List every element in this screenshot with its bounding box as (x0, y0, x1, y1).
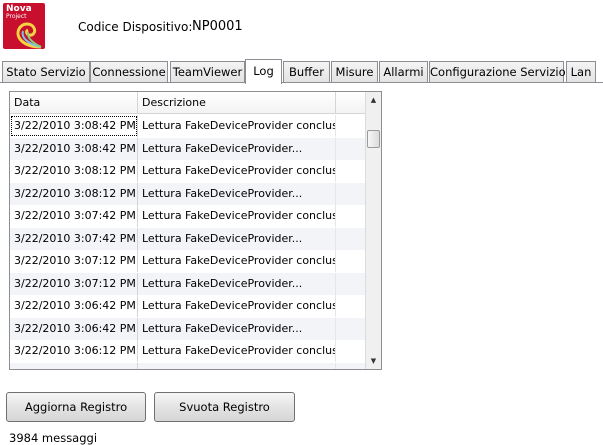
nova-shell-logo-icon (16, 22, 42, 49)
table-row[interactable]: 3/22/2010 3:06:12 PMLettura FakeDevicePr… (10, 362, 366, 369)
column-header-data[interactable]: Data (10, 92, 138, 114)
row-date: 3/22/2010 3:08:42 PM (10, 137, 138, 160)
row-date: 3/22/2010 3:06:42 PM (10, 295, 138, 317)
row-date: 3/22/2010 3:06:12 PM (10, 340, 138, 362)
tab-strip: Stato Servizio Connessione TeamViewer Lo… (0, 59, 603, 84)
row-date: 3/22/2010 3:08:42 PM (10, 115, 138, 137)
row-description: Lettura FakeDeviceProvider conclusa (138, 205, 336, 227)
row-description: Lettura FakeDeviceProvider conclusa (138, 340, 336, 362)
message-count: 3984 messaggi (9, 431, 98, 445)
table-row[interactable]: 3/22/2010 3:07:42 PM Lettura FakeDevicePr… (10, 205, 366, 227)
scrollbar-thumb[interactable] (367, 130, 380, 148)
table-row[interactable]: 3/22/2010 3:08:12 PM Lettura FakeDevicePr… (10, 182, 366, 205)
row-description: Lettura FakeDeviceProvider... (138, 362, 336, 369)
tab-lan[interactable]: Lan (566, 61, 596, 83)
row-date: 3/22/2010 3:06:42 PM (10, 317, 138, 340)
row-date: 3/22/2010 3:07:12 PM (10, 272, 138, 295)
scroll-down-arrow-icon[interactable]: ▼ (366, 353, 381, 369)
log-grid[interactable]: Data Descrizione 3/22/2010 3:08:42 PM Let… (9, 91, 382, 370)
table-row[interactable]: 3/22/2010 3:08:42 PM Lettura FakeDevicePr… (10, 115, 366, 137)
tab-configurazione-servizio[interactable]: Configurazione Servizio (429, 61, 566, 83)
grid-rows: 3/22/2010 3:08:42 PM Lettura FakeDevicePr… (10, 115, 366, 369)
table-row[interactable]: 3/22/2010 3:06:12 PMLettura FakeDevicePr… (10, 340, 366, 362)
table-row[interactable]: 3/22/2010 3:06:42 PM Lettura FakeDevicePr… (10, 317, 366, 340)
table-row[interactable]: 3/22/2010 3:08:12 PM Lettura FakeDevicePr… (10, 160, 366, 182)
row-description: Lettura FakeDeviceProvider... (138, 272, 336, 295)
row-description: Lettura FakeDeviceProvider... (138, 317, 336, 340)
row-date: 3/22/2010 3:07:42 PM (10, 227, 138, 250)
device-code-value: NP0001 (192, 19, 243, 34)
table-row[interactable]: 3/22/2010 3:07:42 PM Lettura FakeDevicePr… (10, 227, 366, 250)
tab-log[interactable]: Log (245, 59, 282, 84)
refresh-log-button[interactable]: Aggiorna Registro (6, 392, 146, 422)
table-row[interactable]: 3/22/2010 3:07:12 PM Lettura FakeDevicePr… (10, 272, 366, 295)
tab-teamviewer[interactable]: TeamViewer (170, 61, 245, 83)
table-row[interactable]: 3/22/2010 3:08:42 PM Lettura FakeDevicePr… (10, 137, 366, 160)
column-header-descrizione[interactable]: Descrizione (138, 92, 336, 114)
table-row[interactable]: 3/22/2010 3:07:12 PM Lettura FakeDevicePr… (10, 250, 366, 272)
tab-stato-servizio[interactable]: Stato Servizio (2, 61, 90, 83)
row-description: Lettura FakeDeviceProvider... (138, 137, 336, 160)
row-description: Lettura FakeDeviceProvider conclusa (138, 115, 336, 137)
row-description: Lettura FakeDeviceProvider conclusa (138, 295, 336, 317)
vertical-scrollbar[interactable]: ▲ ▼ (365, 92, 381, 369)
row-description: Lettura FakeDeviceProvider conclusa (138, 160, 336, 182)
tab-connessione[interactable]: Connessione (90, 61, 168, 83)
clear-log-button[interactable]: Svuota Registro (154, 392, 295, 422)
row-date: 3/22/2010 3:07:42 PM (10, 205, 138, 227)
grid-header: Data Descrizione (10, 92, 366, 114)
row-date: 3/22/2010 3:08:12 PM (10, 160, 138, 182)
row-date: 3/22/2010 3:08:12 PM (10, 182, 138, 205)
tab-buffer[interactable]: Buffer (283, 61, 330, 83)
row-date: 3/22/2010 3:06:12 PM (10, 362, 138, 369)
table-row[interactable]: 3/22/2010 3:06:42 PM Lettura FakeDevicePr… (10, 295, 366, 317)
tab-misure[interactable]: Misure (331, 61, 378, 83)
tab-allarmi[interactable]: Allarmi (379, 61, 428, 83)
row-date: 3/22/2010 3:07:12 PM (10, 250, 138, 272)
device-code-label: Codice Dispositivo: (78, 20, 193, 34)
row-description: Lettura FakeDeviceProvider conclusa (138, 250, 336, 272)
row-description: Lettura FakeDeviceProvider... (138, 182, 336, 205)
row-description: Lettura FakeDeviceProvider... (138, 227, 336, 250)
scroll-up-arrow-icon[interactable]: ▲ (366, 92, 381, 108)
nova-logo: Nova Project (3, 3, 45, 49)
